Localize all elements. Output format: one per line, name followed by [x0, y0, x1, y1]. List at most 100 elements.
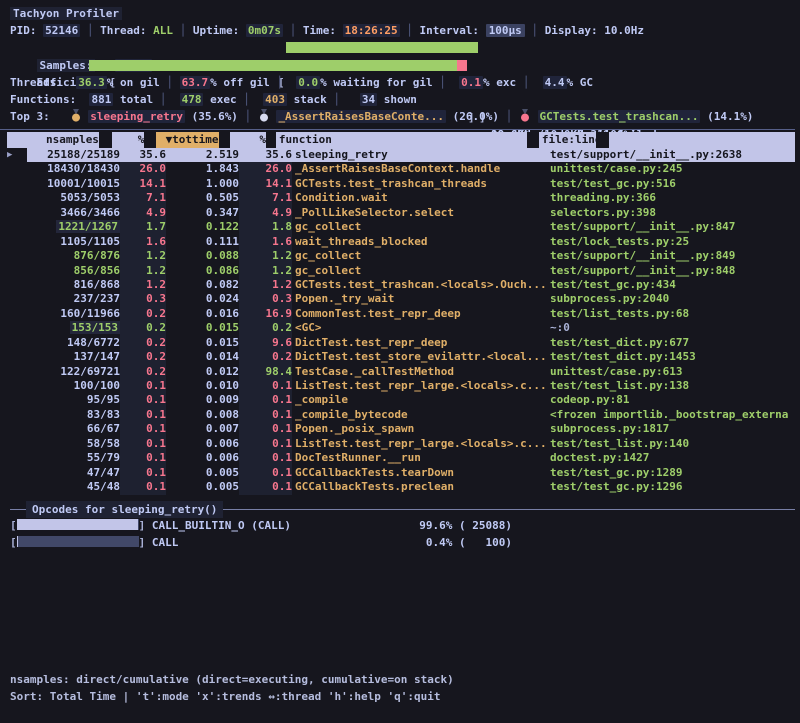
table-body: ▶25188/2518935.62.51935.6sleeping_retryt…	[0, 148, 795, 495]
cell-function: TestCase._callTestMethod	[295, 365, 547, 379]
table-row[interactable]: 95/950.10.0090.1_compilecodeop.py:81	[0, 393, 795, 407]
table-row[interactable]: 3466/34664.90.3474.9_PollLikeSelector.se…	[0, 206, 795, 220]
table-row[interactable]: 47/470.10.0050.1GCCallbackTests.tearDown…	[0, 466, 795, 480]
row-arrow-slot	[0, 264, 27, 278]
threads-suffix: % waiting for gil	[320, 76, 433, 89]
info-label: PID:	[10, 24, 43, 37]
table-row[interactable]: 45/480.10.0050.1GCCallbackTests.preclean…	[0, 480, 795, 494]
opcode-stats: 99.6% ( 25088)	[362, 518, 512, 535]
cell-function: wait_threads_blocked	[295, 235, 547, 249]
column-header-[interactable]: %	[230, 132, 266, 148]
table-row[interactable]: 100/1000.10.0100.1ListTest.test_repr_lar…	[0, 379, 795, 393]
table-row[interactable]: 10001/1001514.11.00014.1GCTests.test_tra…	[0, 177, 795, 191]
cell-percent: 4.9	[120, 206, 166, 220]
table-row[interactable]: 1105/11051.60.1111.6wait_threads_blocked…	[0, 235, 795, 249]
opcode-name: CALL_BUILTIN_O (CALL)	[152, 519, 291, 532]
cell-fileline: codeop.py:81	[547, 393, 795, 407]
opcode-row: [] CALL_BUILTIN_O (CALL)99.6% ( 25088)	[10, 518, 795, 535]
cell-fileline: test/test_list.py:140	[547, 437, 795, 451]
cell-nsamples: 1221/1267	[27, 220, 120, 234]
cell-function: ListTest.test_repr_large.<locals>.c...	[295, 437, 547, 451]
pad	[76, 93, 89, 106]
table-row[interactable]: 153/1530.20.0150.2<GC>~:0	[0, 321, 795, 335]
row-arrow-slot	[0, 191, 27, 205]
cell-percent: 0.1	[120, 480, 166, 494]
table-row[interactable]: 137/1470.20.0140.2DictTest.test_store_ev…	[0, 350, 795, 364]
table-row[interactable]: 237/2370.30.0240.3Popen._try_waitsubproc…	[0, 292, 795, 306]
changed-value-highlight: 1221/1267	[56, 220, 120, 233]
opcodes-section: Opcodes for sleeping_retry() [] CALL_BUI…	[10, 501, 795, 551]
cell-cumpercent: 1.6	[239, 235, 292, 249]
top3-function[interactable]: GCTests.test_trashcan...	[538, 110, 701, 123]
threads-label: Threads:	[10, 76, 63, 89]
table-row[interactable]: 18430/1843026.01.84326.0_AssertRaisesBas…	[0, 162, 795, 176]
threads-value: 63.7	[180, 76, 211, 89]
pad	[63, 76, 76, 89]
cell-cumpercent: 0.1	[239, 393, 292, 407]
table-row[interactable]: 148/67720.20.0159.6DictTest.test_repr_de…	[0, 336, 795, 350]
cell-tottime: 0.007	[166, 422, 239, 436]
table-row[interactable]: 856/8561.20.0861.2gc_collecttest/support…	[0, 264, 795, 278]
table-row[interactable]: 160/119660.20.01616.9CommonTest.test_rep…	[0, 307, 795, 321]
opcode-stats: 0.4% ( 100)	[362, 535, 512, 552]
column-header-fileline[interactable]: file:line	[539, 132, 596, 148]
cell-tottime: 0.016	[166, 307, 239, 321]
separator: │	[516, 76, 536, 89]
threads-value: 4.4	[543, 76, 567, 89]
table-row[interactable]: 66/670.10.0070.1Popen._posix_spawnsubpro…	[0, 422, 795, 436]
cell-fileline: test/test_dict.py:677	[547, 336, 795, 350]
top3-function[interactable]: sleeping_retry	[88, 110, 185, 123]
cell-cumpercent: 0.1	[239, 451, 292, 465]
cell-function: DictTest.test_store_evilattr.<local...	[295, 350, 547, 364]
separator: │	[80, 24, 100, 37]
separator: │	[238, 110, 258, 123]
functions-suffix: exec	[203, 93, 236, 106]
row-arrow-slot	[0, 206, 27, 220]
cell-function: DocTestRunner.__run	[295, 451, 547, 465]
row-arrow-slot	[0, 249, 27, 263]
cell-nsamples: 83/83	[27, 408, 120, 422]
cell-tottime: 0.012	[166, 365, 239, 379]
functions-label: Functions:	[10, 93, 76, 106]
cell-nsamples: 18430/18430	[27, 162, 120, 176]
table-row[interactable]: 55/790.10.0060.1DocTestRunner.__rundocte…	[0, 451, 795, 465]
bronze-medal-icon	[520, 109, 530, 122]
column-header-tottime[interactable]: ▼tottime	[156, 132, 218, 148]
cell-nsamples: 58/58	[27, 437, 120, 451]
column-header-function[interactable]: function	[276, 132, 527, 148]
cell-nsamples: 148/6772	[27, 336, 120, 350]
table-row[interactable]: 122/697210.20.01298.4TestCase._callTestM…	[0, 365, 795, 379]
column-header-nsamples[interactable]: nsamples	[7, 132, 99, 148]
footer-legend: nsamples: direct/cumulative (direct=exec…	[10, 671, 454, 688]
table-row[interactable]: ▶25188/2518935.62.51935.6sleeping_retryt…	[0, 148, 795, 162]
efficiency-line: Efficiency:[ ] 99.69% good, 0.31% failed	[10, 57, 795, 74]
header-gap	[266, 132, 276, 148]
cell-nsamples: 1105/1105	[27, 235, 120, 249]
row-arrow-slot	[0, 336, 27, 350]
column-header-filler	[609, 132, 795, 148]
table-row[interactable]: 83/830.10.0080.1_compile_bytecode<frozen…	[0, 408, 795, 422]
pad	[347, 93, 360, 106]
table-row[interactable]: 58/580.10.0060.1ListTest.test_repr_large…	[0, 437, 795, 451]
table-row[interactable]: 5053/50537.10.5057.1Condition.waitthread…	[0, 191, 795, 205]
row-arrow-slot	[0, 422, 27, 436]
table-row[interactable]: 1221/12671.70.1221.8gc_collecttest/suppo…	[0, 220, 795, 234]
cell-cumpercent: 0.2	[239, 350, 292, 364]
functions-suffix: shown	[377, 93, 417, 106]
column-header-[interactable]: %	[112, 132, 145, 148]
cell-percent: 0.2	[120, 307, 166, 321]
cell-nsamples: 55/79	[27, 451, 120, 465]
threads-suffix: % GC	[567, 76, 594, 89]
table-row[interactable]: 816/8681.20.0821.2GCTests.test_trashcan.…	[0, 278, 795, 292]
separator: │	[160, 76, 180, 89]
table-row[interactable]: 876/8761.20.0881.2gc_collecttest/support…	[0, 249, 795, 263]
cell-cumpercent: 0.1	[239, 408, 292, 422]
cell-percent: 0.1	[120, 437, 166, 451]
cell-cumpercent: 26.0	[239, 162, 292, 176]
cell-percent: 0.3	[120, 292, 166, 306]
silver-medal-icon	[259, 109, 269, 122]
top3-function[interactable]: _AssertRaisesBaseConte...	[276, 110, 446, 123]
cell-cumpercent: 0.1	[239, 480, 292, 494]
cell-function: Condition.wait	[295, 191, 547, 205]
cell-nsamples: 237/237	[27, 292, 120, 306]
